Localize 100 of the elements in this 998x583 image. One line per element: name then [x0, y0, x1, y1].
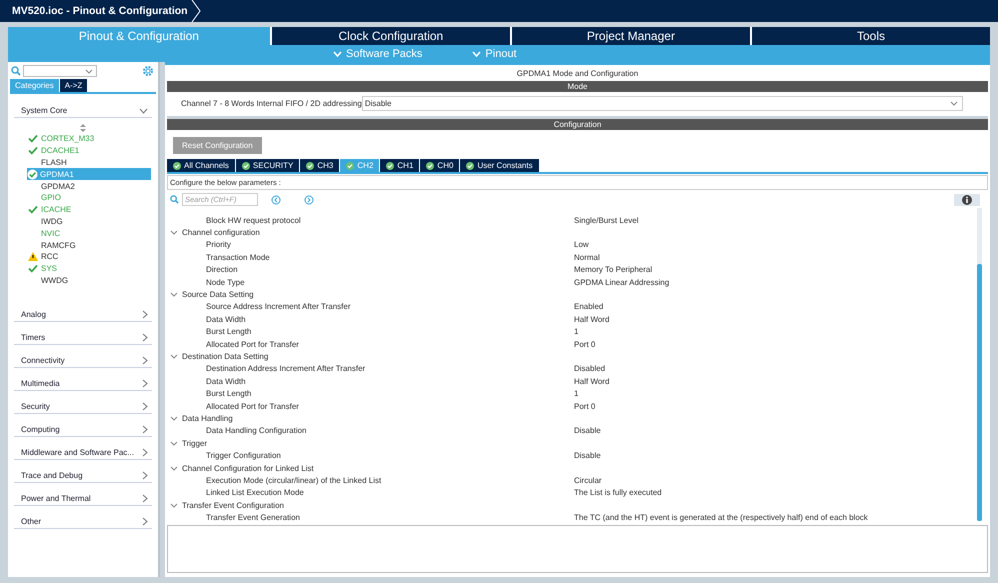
parameter-name: Source Address Increment After Transfer: [205, 302, 352, 312]
parameter-group[interactable]: Transfer Event Configuration: [167, 500, 284, 510]
parameter-name: Data Width: [205, 314, 247, 324]
chevron-down-icon: [472, 50, 482, 56]
category-header[interactable]: Other: [14, 509, 152, 530]
parameter-name: Data Handling Configuration: [205, 426, 308, 436]
parameter-name: Linked List Execution Mode: [205, 488, 305, 498]
view-tab[interactable]: A->Z: [60, 79, 88, 92]
parameter-value[interactable]: Half Word: [574, 314, 610, 324]
channel-tab[interactable]: CH3: [300, 159, 340, 172]
expand-chevron-icon: [170, 440, 178, 446]
parameter-value[interactable]: Enabled: [574, 302, 604, 312]
search-combo-field[interactable]: [23, 65, 97, 77]
parameter-value[interactable]: The TC (and the HT) event is generated at the (respectively half) end of each block: [574, 513, 868, 522]
peripheral-item[interactable]: IWDG: [28, 216, 151, 228]
channel-tab[interactable]: User Constants: [460, 159, 539, 172]
peripheral-item[interactable]: FLASH: [28, 156, 151, 168]
next-icon[interactable]: [304, 194, 314, 204]
category-header[interactable]: Trace and Debug: [14, 463, 152, 484]
warning-icon: [28, 252, 38, 262]
expand-chevron-icon: [170, 466, 178, 470]
category-header[interactable]: Computing: [14, 417, 152, 438]
panel-title: GPDMA1 Mode and Configuration: [516, 68, 640, 80]
category-header[interactable]: Middleware and Software Pac...: [14, 440, 152, 460]
parameter-value[interactable]: Disabled: [574, 364, 606, 374]
chevron-right-icon: [142, 471, 148, 480]
parameter-value[interactable]: 1: [574, 327, 578, 336]
peripheral-item[interactable]: RCC: [28, 250, 151, 263]
parameter-value[interactable]: Memory To Peripheral: [574, 265, 652, 274]
parameter-value[interactable]: The List is fully executed: [574, 488, 662, 498]
parameter-value[interactable]: Single/Burst Level: [574, 216, 638, 225]
parameter-value[interactable]: Normal: [574, 252, 600, 262]
main-tab[interactable]: Tools: [752, 27, 990, 45]
parameter-value[interactable]: Disable: [574, 451, 601, 460]
parameter-value[interactable]: Port 0: [574, 340, 596, 349]
check-icon: [28, 205, 38, 214]
parameter-value[interactable]: GPDMA Linear Addressing: [574, 278, 670, 287]
parameter-group[interactable]: Data Handling: [167, 414, 233, 423]
channel-tab[interactable]: CH1: [380, 159, 420, 172]
chevron-right-icon: [142, 494, 148, 504]
parameter-name: Burst Length: [205, 389, 252, 398]
chevron-down-icon: [85, 68, 93, 74]
check-circle-icon: [306, 162, 314, 170]
parameter-value[interactable]: Circular: [574, 476, 602, 485]
channel-tab[interactable]: SECURITY: [236, 159, 300, 172]
sort-icon[interactable]: [80, 124, 86, 132]
peripheral-item[interactable]: RAMCFG: [28, 239, 151, 251]
peripheral-item[interactable]: GPDMA2: [28, 180, 151, 192]
parameter-name: Data Width: [205, 376, 247, 386]
window-title: MV520.ioc - Pinout & Configuration: [11, 5, 188, 17]
scrollbar[interactable]: [977, 208, 982, 521]
parameter-name: Direction: [205, 265, 239, 274]
parameter-name: Priority: [205, 240, 232, 250]
category-header[interactable]: Timers: [14, 325, 152, 346]
chevron-right-icon: [142, 333, 148, 342]
expand-chevron-icon: [170, 502, 178, 508]
parameter-value[interactable]: Port 0: [574, 402, 596, 411]
check-circle-icon: [346, 162, 354, 170]
parameter-group[interactable]: Destination Data Setting: [167, 352, 268, 361]
chevron-right-icon: [142, 425, 148, 434]
chevron-down-icon: [950, 101, 958, 106]
expand-chevron-icon: [170, 230, 178, 236]
parameter-name: Execution Mode (circular/linear) of the Linked List: [205, 476, 382, 485]
parameter-name: Destination Address Increment After Transfer: [205, 364, 366, 374]
category-header[interactable]: Connectivity: [14, 348, 152, 368]
parameter-group[interactable]: Trigger: [167, 438, 208, 448]
parameter-group[interactable]: Channel configuration: [167, 228, 260, 238]
category-header[interactable]: Security: [14, 394, 152, 414]
info-icon: [962, 194, 972, 204]
search-icon: [11, 66, 21, 76]
category-header[interactable]: Power and Thermal: [14, 486, 152, 506]
chevron-down-icon: [333, 50, 342, 56]
channel-tab[interactable]: CH0: [420, 159, 460, 172]
chevron-right-icon: [142, 356, 148, 366]
info-button[interactable]: [954, 194, 980, 206]
channel-tab[interactable]: All Channels: [167, 159, 235, 172]
parameter-value[interactable]: 1: [574, 389, 578, 398]
parameter-name: Allocated Port for Transfer: [205, 340, 300, 349]
chevron-right-icon: [142, 310, 148, 320]
parameter-value[interactable]: Low: [574, 240, 589, 250]
expand-chevron-icon: [170, 354, 178, 359]
category-header[interactable]: Analog: [14, 302, 152, 322]
peripheral-item[interactable]: WWDG: [28, 274, 151, 286]
parameter-name: Allocated Port for Transfer: [205, 402, 300, 411]
parameter-group[interactable]: Channel Configuration for Linked List: [167, 464, 314, 472]
main-tab[interactable]: Project Manager: [512, 27, 750, 45]
category-header[interactable]: System Core: [14, 94, 152, 118]
category-header[interactable]: Multimedia: [14, 371, 152, 392]
parameter-value[interactable]: Disable: [574, 426, 601, 436]
previous-icon[interactable]: [271, 194, 281, 204]
settings-icon[interactable]: [142, 65, 154, 77]
check-circle-icon: [426, 162, 434, 170]
main-tab[interactable]: Clock Configuration: [272, 27, 510, 45]
check-circle-icon: [173, 162, 181, 170]
parameter-value[interactable]: Half Word: [574, 376, 610, 386]
parameter-name: Node Type: [205, 278, 246, 287]
parameter-name: Trigger Configuration: [205, 451, 282, 460]
expand-chevron-icon: [170, 292, 178, 298]
mode-dropdown[interactable]: Disable: [362, 96, 963, 111]
parameter-group[interactable]: Source Data Setting: [167, 290, 254, 300]
